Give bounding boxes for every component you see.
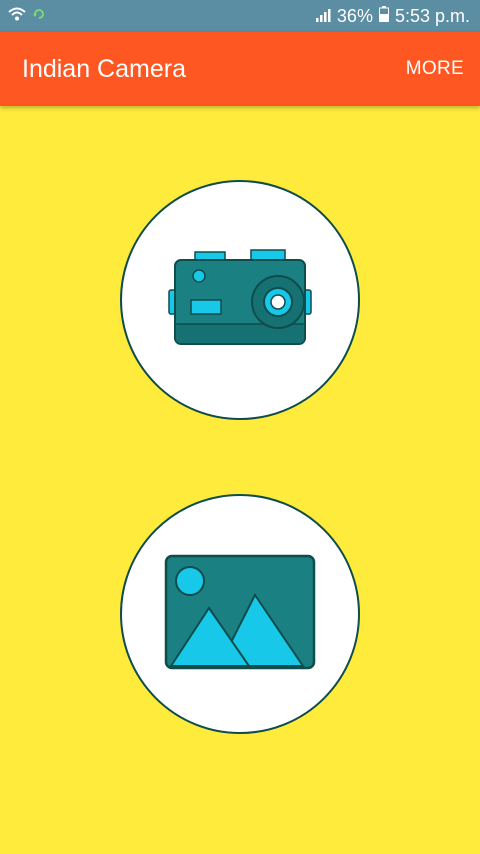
status-time: 5:53 p.m. (394, 6, 470, 26)
status-left (8, 6, 46, 27)
gallery-icon (163, 553, 317, 676)
camera-icon (165, 248, 315, 353)
gallery-button[interactable] (120, 494, 360, 734)
app-title: Indian Camera (22, 54, 186, 83)
more-button[interactable]: MORE (406, 58, 464, 80)
wifi-icon (8, 6, 26, 27)
camera-button[interactable] (120, 180, 360, 420)
battery-percent: 36% (336, 6, 373, 26)
signal-icon (315, 0, 331, 32)
status-bar: 36% 5:53 p.m. (0, 0, 480, 32)
status-right: 36% 5:53 p.m. (315, 0, 470, 32)
app-bar: Indian Camera MORE (0, 32, 480, 106)
battery-icon (378, 0, 389, 32)
sync-icon (32, 7, 46, 26)
